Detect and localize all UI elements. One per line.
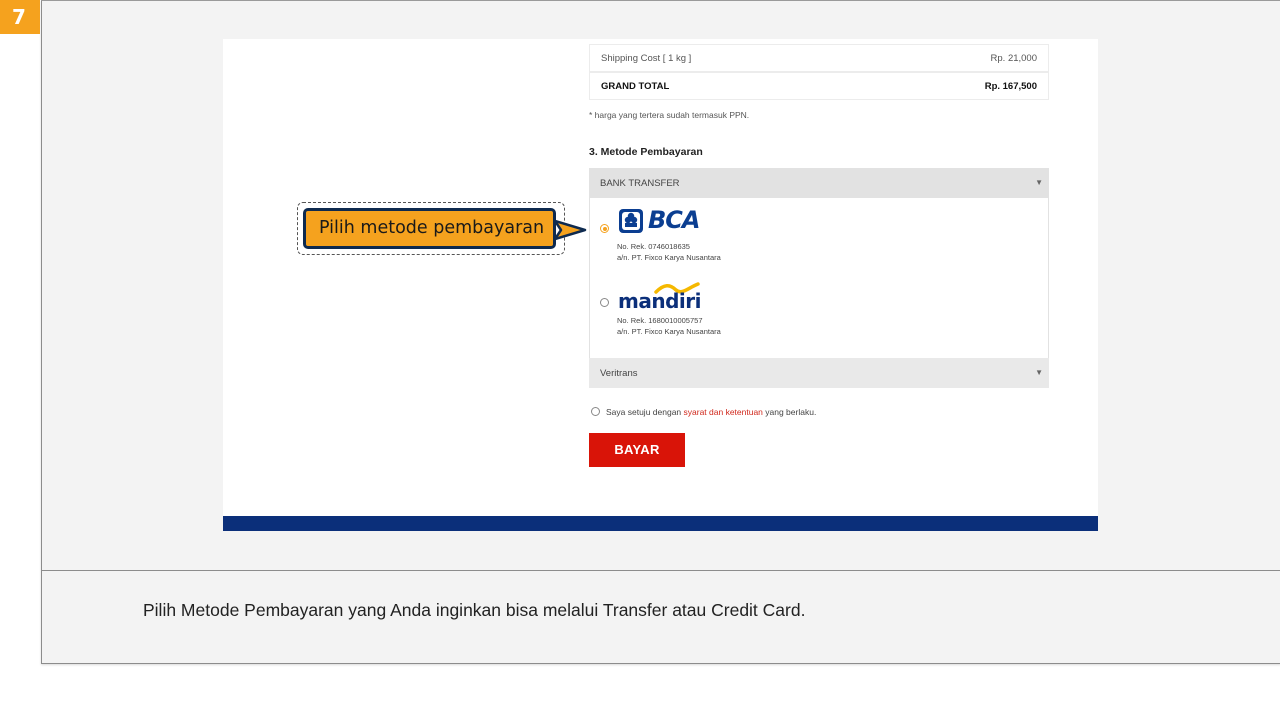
instruction-caption: Pilih Metode Pembayaran yang Anda ingink…	[143, 600, 806, 620]
caret-down-icon: ▼	[1035, 368, 1043, 377]
mandiri-radio[interactable]	[600, 298, 609, 307]
grand-total-row: GRAND TOTAL Rp. 167,500	[589, 72, 1049, 100]
caption-divider	[42, 570, 1280, 571]
veritrans-accordion[interactable]: Veritrans ▼	[589, 358, 1049, 388]
mandiri-logo-text: mandiri	[618, 289, 701, 313]
payment-section-title: 3. Metode Pembayaran	[589, 146, 703, 158]
grand-total-value: Rp. 167,500	[984, 81, 1037, 92]
step-number-badge: 7	[0, 0, 40, 34]
veritrans-label: Veritrans	[600, 368, 638, 379]
mandiri-account-holder: a/n. PT. Fixco Karya Nusantara	[617, 327, 721, 336]
caret-down-icon: ▼	[1035, 178, 1043, 187]
bank-transfer-accordion[interactable]: BANK TRANSFER ▼	[589, 168, 1049, 198]
agree-suffix: yang berlaku.	[762, 407, 817, 417]
shipping-cost-value: Rp. 21,000	[990, 53, 1037, 64]
bca-account-holder: a/n. PT. Fixco Karya Nusantara	[617, 253, 721, 262]
agree-prefix: Saya setuju dengan	[606, 407, 684, 417]
mandiri-account-info: No. Rek. 1680010005757 a/n. PT. Fixco Ka…	[617, 315, 721, 337]
shipping-cost-row: Shipping Cost [ 1 kg ] Rp. 21,000	[589, 44, 1049, 72]
bank-transfer-label: BANK TRANSFER	[600, 178, 680, 189]
frame-top-border	[41, 0, 1280, 1]
bca-radio[interactable]	[600, 224, 609, 233]
grand-total-label: GRAND TOTAL	[601, 81, 670, 92]
tax-note: * harga yang tertera sudah termasuk PPN.	[589, 110, 750, 120]
pay-button[interactable]: BAYAR	[589, 433, 685, 467]
terms-link[interactable]: syarat dan ketentuan	[684, 407, 763, 417]
mandiri-account-number: No. Rek. 1680010005757	[617, 316, 703, 325]
shipping-cost-label: Shipping Cost [ 1 kg ]	[601, 53, 692, 64]
agree-terms-text: Saya setuju dengan syarat dan ketentuan …	[606, 407, 816, 417]
agree-terms-radio[interactable]	[591, 407, 600, 416]
bca-logo-text: BCA	[648, 206, 700, 234]
callout-arrow-icon	[555, 219, 587, 241]
bca-account-info: No. Rek. 0746018635 a/n. PT. Fixco Karya…	[617, 241, 721, 263]
site-footer-bar	[223, 516, 1098, 531]
bca-account-number: No. Rek. 0746018635	[617, 242, 690, 251]
instruction-callout: Pilih metode pembayaran	[303, 208, 556, 249]
